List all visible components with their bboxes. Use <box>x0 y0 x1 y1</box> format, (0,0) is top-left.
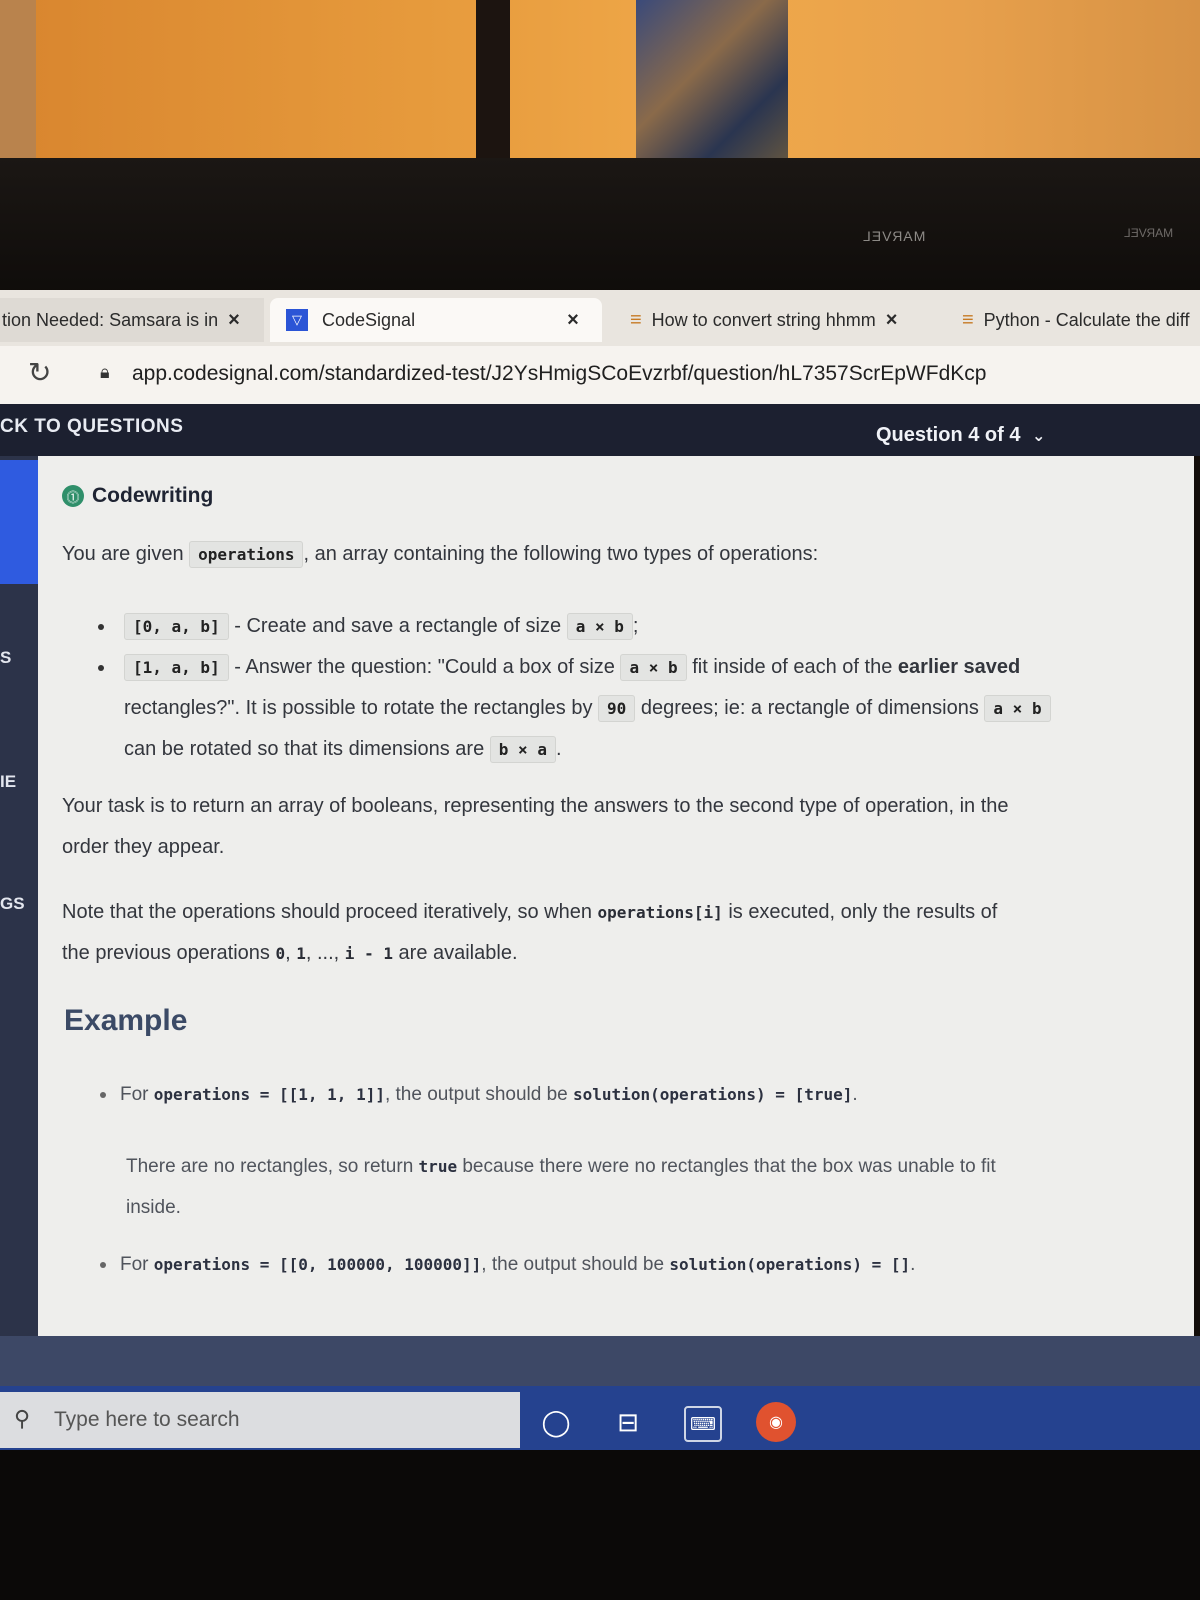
inline-code: operations <box>189 541 304 568</box>
close-icon[interactable]: × <box>228 309 240 332</box>
monitor-bezel <box>0 158 1200 298</box>
note-text: , ..., <box>305 942 340 964</box>
example-text: , the output should be <box>481 1254 665 1275</box>
inline-code: solution(operations) = [true] <box>573 1085 853 1104</box>
reload-icon[interactable]: ↻ <box>28 356 51 389</box>
lamp-stand <box>476 0 510 170</box>
example-1: For operations = [[1, 1, 1]], the output… <box>100 1084 858 1106</box>
op2-text: fit inside of each of the <box>692 656 893 678</box>
tab-label: CodeSignal <box>322 309 416 330</box>
intro-text: You are given <box>62 543 184 565</box>
stackoverflow-icon: ≡ <box>962 308 974 331</box>
note-paragraph: Note that the operations should proceed … <box>62 901 998 964</box>
question-type-badge: ⓵ Codewriting <box>62 484 213 508</box>
keyboard-app-icon[interactable]: ⌨ <box>684 1406 722 1442</box>
chrome-icon[interactable]: ◉ <box>756 1402 796 1442</box>
inline-code: a × b <box>566 613 633 640</box>
inline-code: a × b <box>620 654 687 681</box>
codesignal-header: CK TO QUESTIONS Question 4 of 4 ⌄ <box>0 404 1200 456</box>
inline-code: i - 1 <box>344 944 393 963</box>
example-text: inside. <box>126 1197 181 1218</box>
tab-samsara[interactable]: tion Needed: Samsara is in × <box>0 298 264 342</box>
question-counter: Question 4 of 4 <box>876 424 1021 446</box>
stackoverflow-icon: ≡ <box>630 308 642 331</box>
codesignal-logo-icon: ▽ <box>286 309 308 331</box>
inline-code: a × b <box>984 695 1051 722</box>
example-1-explanation: There are no rectangles, so return true … <box>126 1146 1146 1228</box>
close-icon[interactable]: × <box>886 309 898 332</box>
tab-codesignal[interactable]: ▽ CodeSignal × <box>270 298 602 342</box>
back-to-questions-link[interactable]: CK TO QUESTIONS <box>0 416 183 438</box>
intro-text: , an array containing the following two … <box>303 543 819 565</box>
task-view-icon[interactable]: ⊟ <box>606 1402 650 1442</box>
inline-code: operations[i] <box>597 903 723 922</box>
inline-code: 90 <box>598 695 636 722</box>
list-item-op2: [1, a, b] - Answer the question: "Could … <box>98 647 1168 770</box>
tab-stackoverflow-convert[interactable]: ≡ How to convert string hhmm × <box>620 298 940 342</box>
codewriting-icon: ⓵ <box>62 485 84 507</box>
note-text: are available. <box>398 942 518 964</box>
taskbar-search-box[interactable]: ⚲ Type here to search <box>0 1392 520 1448</box>
address-bar: ↻ 🔒︎ app.codesignal.com/standardized-tes… <box>0 346 1200 406</box>
example-2: For operations = [[0, 100000, 100000]], … <box>100 1254 915 1276</box>
tab-stackoverflow-python[interactable]: ≡ Python - Calculate the diff <box>952 298 1200 342</box>
op2-text: degrees; ie: a rectangle of dimensions <box>640 697 979 719</box>
list-item-op1: [0, a, b] - Create and save a rectangle … <box>98 606 638 647</box>
page-lower-area <box>0 1336 1200 1386</box>
example-heading: Example <box>64 1004 188 1037</box>
inline-code: solution(operations) = [] <box>669 1255 911 1274</box>
question-panel: ⓵ Codewriting You are given operations, … <box>38 456 1194 1336</box>
inline-code: [1, a, b] <box>124 654 229 681</box>
op2-text: rectangles?". It is possible to rotate t… <box>124 697 593 719</box>
task-text: order they appear. <box>62 836 225 858</box>
left-nav-label[interactable]: GS <box>0 894 25 914</box>
example-text: because there were no rectangles that th… <box>462 1156 996 1177</box>
example-text: For <box>120 1084 149 1105</box>
lock-icon[interactable]: 🔒︎ <box>100 362 110 383</box>
op2-bold: earlier saved <box>897 656 1021 678</box>
inline-code: 0 <box>275 944 286 963</box>
note-text: is executed, only the results of <box>728 901 998 923</box>
monitor-brand-logo: MARVEL <box>862 228 926 244</box>
doorframe <box>0 0 36 160</box>
inline-code: b × a <box>489 736 556 763</box>
browser-tab-bar: tion Needed: Samsara is in × ▽ CodeSigna… <box>0 290 1200 346</box>
inline-code: true <box>418 1157 458 1176</box>
cortana-icon[interactable]: ◯ <box>534 1402 578 1442</box>
room-wall <box>0 0 1200 175</box>
tab-label: Python - Calculate the diff <box>983 309 1190 330</box>
inline-code: operations = [[0, 100000, 100000]] <box>153 1255 482 1274</box>
tab-label: tion Needed: Samsara is in <box>2 309 219 330</box>
inline-code: operations = [[1, 1, 1]] <box>153 1085 385 1104</box>
question-type-label: Codewriting <box>92 484 214 507</box>
left-nav-label[interactable]: S <box>0 648 11 668</box>
question-selector[interactable]: Question 4 of 4 ⌄ <box>876 424 1045 447</box>
monitor-brand-logo-2: MARVEL <box>1124 226 1174 240</box>
left-nav-label[interactable]: IE <box>0 772 16 792</box>
inline-code: 1 <box>296 944 306 963</box>
inline-code: [0, a, b] <box>124 613 229 640</box>
left-navigation <box>0 456 38 1386</box>
search-icon: ⚲ <box>14 1406 31 1431</box>
task-text: Your task is to return an array of boole… <box>62 795 1009 817</box>
example-text: There are no rectangles, so return <box>126 1156 414 1177</box>
example-text: , the output should be <box>384 1084 568 1105</box>
task-paragraph: Your task is to return an array of boole… <box>62 786 1162 868</box>
close-icon[interactable]: × <box>567 309 579 332</box>
search-placeholder: Type here to search <box>54 1408 240 1431</box>
left-nav-active-item[interactable] <box>0 460 38 584</box>
op1-text: - Create and save a rectangle of size <box>234 615 562 637</box>
desk-surface <box>0 1450 1200 1600</box>
url-field[interactable]: app.codesignal.com/standardized-test/J2Y… <box>132 362 986 386</box>
note-text: the previous operations <box>62 942 270 964</box>
chevron-down-icon: ⌄ <box>1032 428 1046 445</box>
intro-paragraph: You are given operations, an array conta… <box>62 534 818 575</box>
op2-text: - Answer the question: "Could a box of s… <box>234 656 615 678</box>
note-text: Note that the operations should proceed … <box>62 901 592 923</box>
wall-poster <box>636 0 788 175</box>
example-text: For <box>120 1254 149 1275</box>
op2-text: can be rotated so that its dimensions ar… <box>124 738 485 760</box>
tab-label: How to convert string hhmm <box>651 309 876 330</box>
